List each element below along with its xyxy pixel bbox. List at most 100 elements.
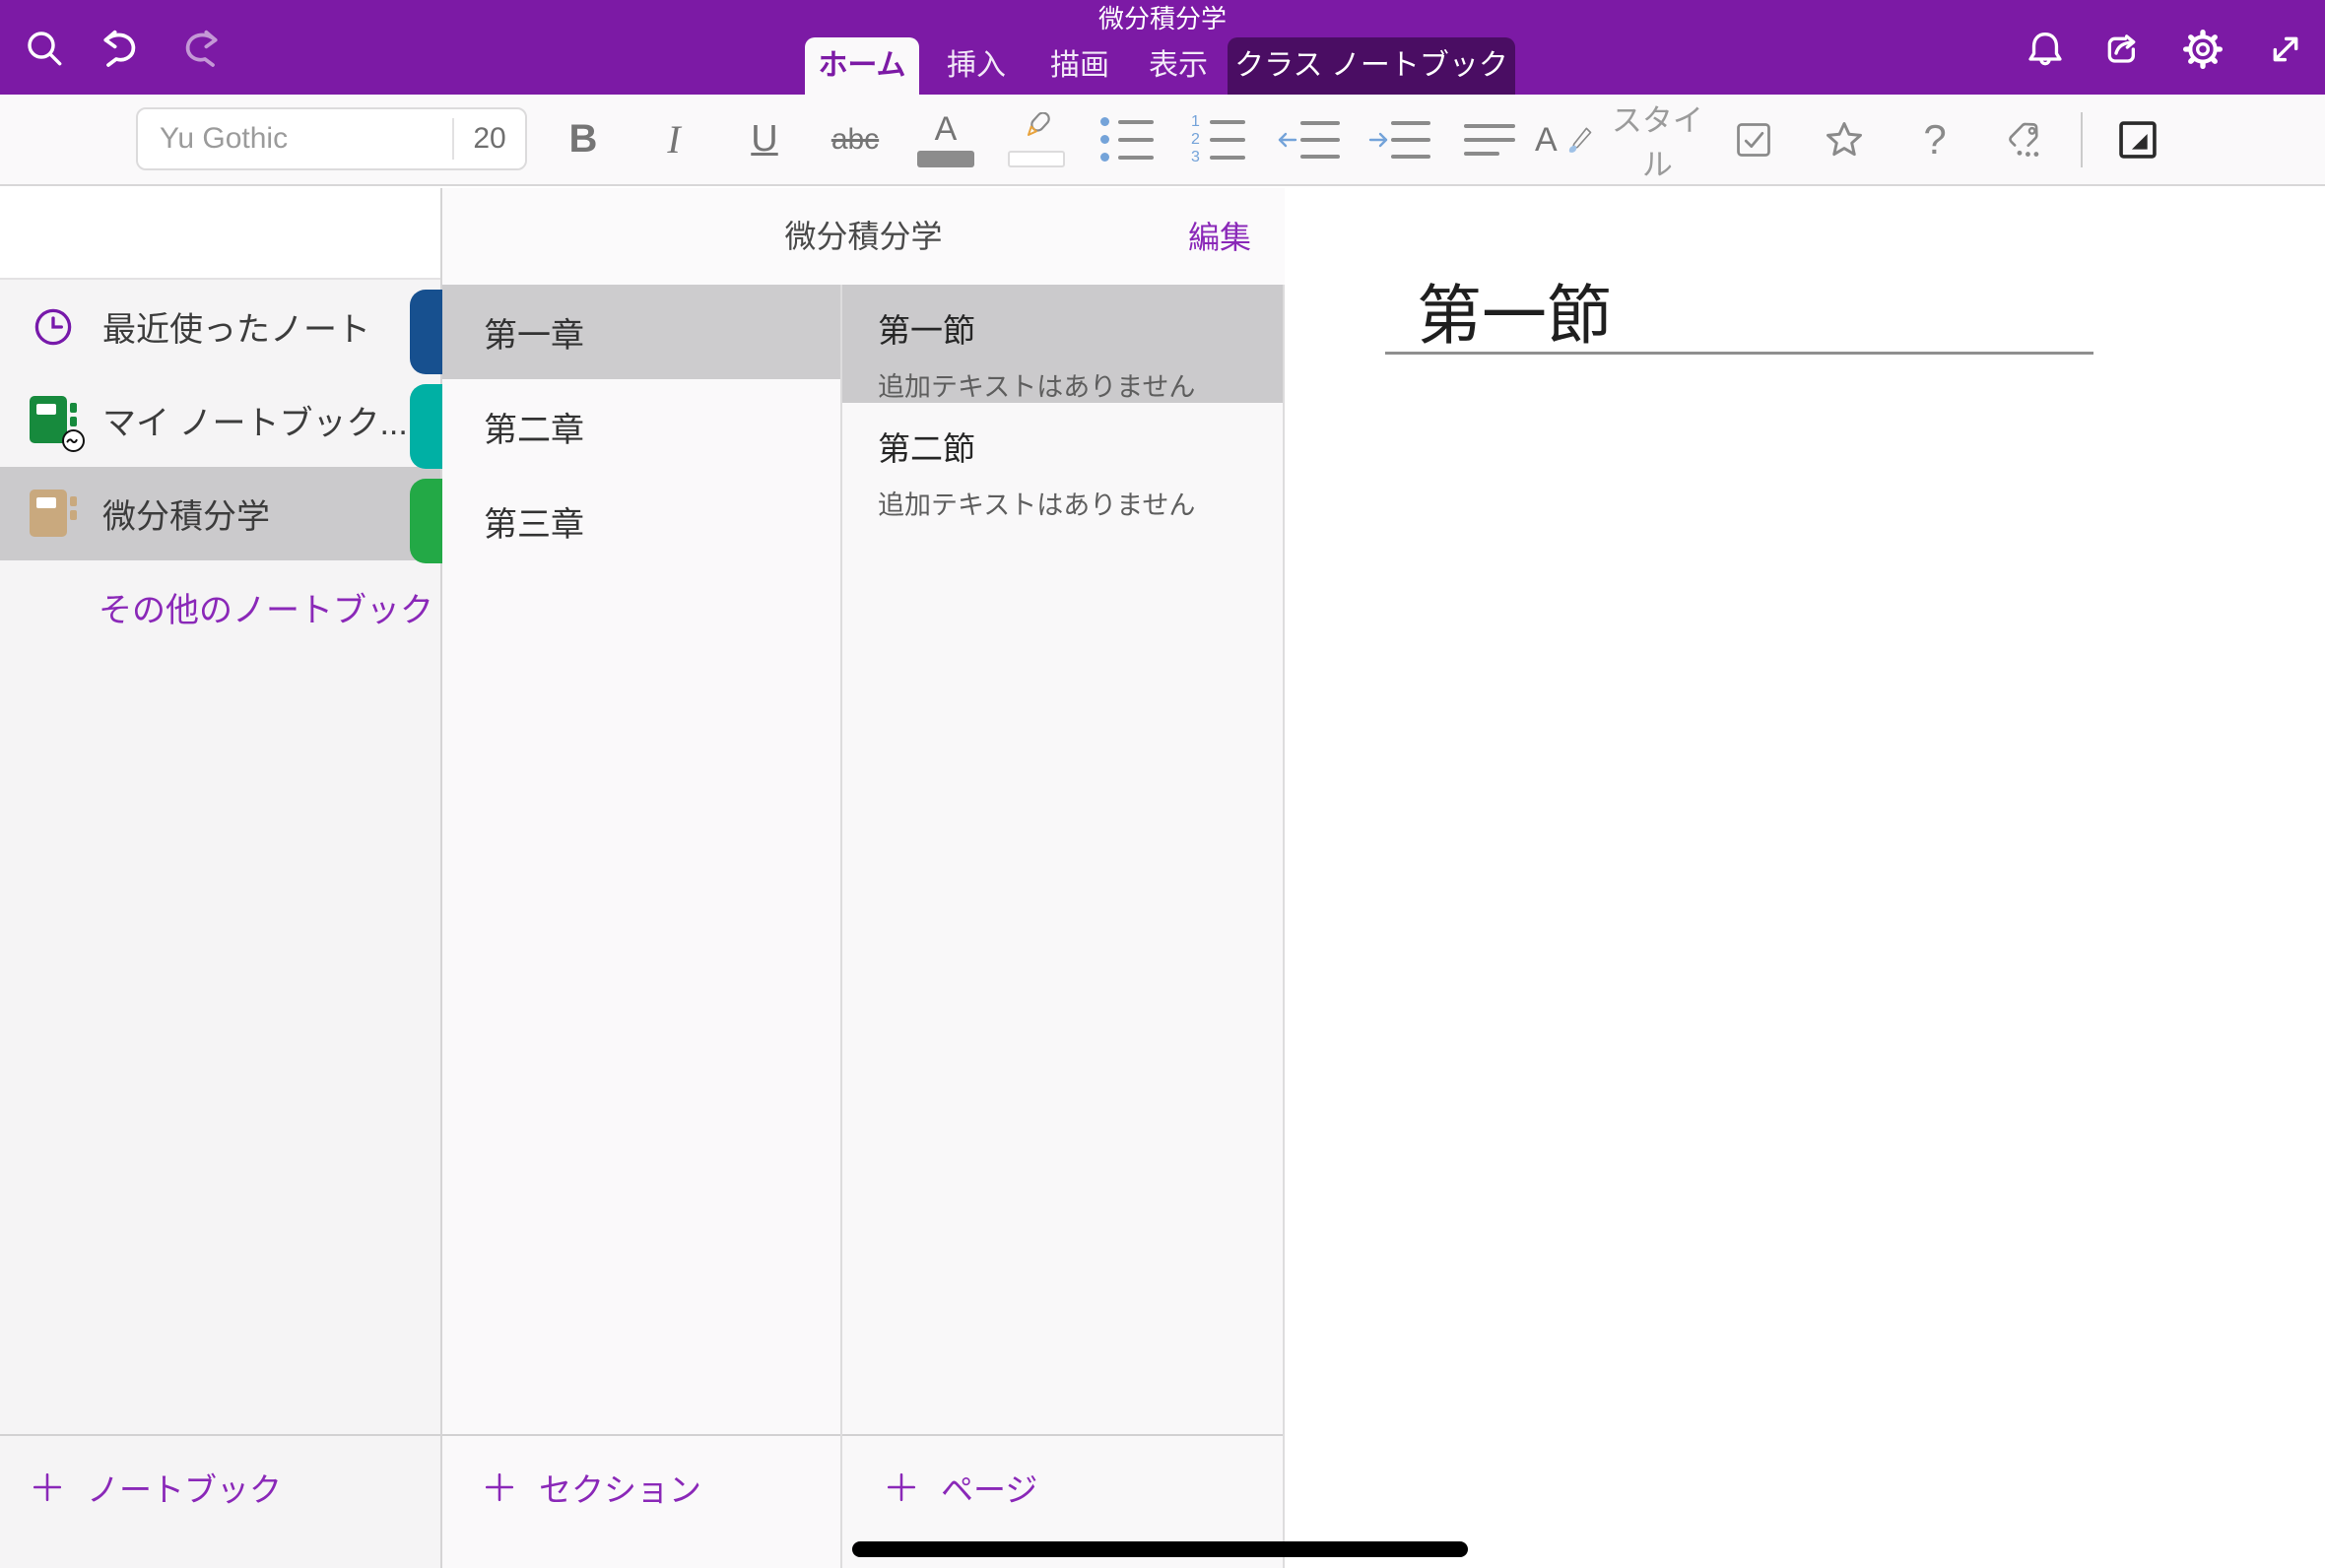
notifications-icon — [2022, 26, 2069, 73]
page-editor-canvas[interactable]: 第一節 — [1285, 188, 2325, 1568]
section-row-1[interactable]: 第一章 — [442, 285, 840, 379]
styles-label: スタイル — [1607, 96, 1708, 184]
sidebar-item-my-notebook[interactable]: マイ ノートブック... — [0, 373, 440, 467]
more-notebooks-link[interactable]: その他のノートブック — [0, 560, 440, 654]
tab-insert[interactable]: 挿入 — [926, 37, 1027, 95]
fullscreen-button[interactable] — [2262, 26, 2309, 73]
plus-icon — [484, 1471, 515, 1503]
sidebar-footer: ノートブック — [0, 1434, 440, 1568]
bullet-list-button[interactable] — [1082, 95, 1172, 184]
tab-class-notebook[interactable]: クラス ノートブック — [1228, 37, 1515, 95]
page-row-subtitle: 追加テキストはありません — [878, 365, 1283, 404]
section-color-tab — [410, 384, 442, 469]
section-name: 第二章 — [484, 403, 584, 451]
page-row-subtitle: 追加テキストはありません — [878, 484, 1283, 522]
italic-icon: I — [667, 116, 680, 163]
sidebar-header — [0, 188, 440, 280]
notebook-header-title: 微分積分学 — [442, 188, 1285, 285]
sidebar-item-calculus[interactable]: 微分積分学 — [0, 467, 440, 560]
section-footer: セクション — [442, 1434, 840, 1568]
section-row-3[interactable]: 第三章 — [442, 474, 840, 568]
notebook-header: 微分積分学 編集 — [442, 188, 1285, 285]
bold-button[interactable]: B — [538, 95, 629, 184]
share-icon — [2100, 26, 2148, 73]
share-button[interactable] — [2100, 26, 2148, 73]
styles-brush-icon — [1563, 122, 1593, 158]
font-name-select[interactable]: Yu Gothic — [138, 122, 452, 156]
undo-button[interactable] — [97, 26, 144, 73]
tab-draw[interactable]: 描画 — [1030, 37, 1129, 95]
content-area: 最近使ったノート マイ ノートブック... — [0, 188, 2325, 1568]
notifications-button[interactable] — [2022, 26, 2069, 73]
align-icon — [1464, 124, 1515, 156]
font-color-swatch — [917, 151, 974, 167]
italic-button[interactable]: I — [629, 95, 719, 184]
add-notebook-button[interactable]: ノートブック — [32, 1464, 282, 1511]
page-row-1[interactable]: 第一節 追加テキストはありません — [842, 285, 1283, 403]
undo-icon — [97, 26, 144, 73]
styles-a-icon: A — [1535, 123, 1558, 157]
sidebar-item-label: マイ ノートブック... — [102, 396, 408, 444]
notebook-sidebar: 最近使ったノート マイ ノートブック... — [0, 188, 442, 1568]
align-button[interactable] — [1444, 95, 1535, 184]
add-section-label: セクション — [539, 1464, 701, 1511]
outdent-icon — [1277, 117, 1340, 163]
search-icon — [22, 26, 69, 73]
settings-button[interactable] — [2179, 26, 2226, 73]
star-icon — [1823, 118, 1866, 162]
add-page-label: ページ — [941, 1464, 1037, 1511]
indent-button[interactable] — [1354, 95, 1444, 184]
page-title-text[interactable]: 第一節 — [1417, 263, 1612, 358]
outdent-button[interactable] — [1263, 95, 1354, 184]
search-button[interactable] — [22, 26, 69, 73]
todo-tag-button[interactable] — [1708, 95, 1799, 184]
section-list: 第一章 第二章 第三章 セクション — [442, 285, 842, 1568]
sidebar-item-label: 最近使ったノート — [102, 302, 370, 351]
notebook-icon — [30, 490, 77, 539]
highlight-button[interactable] — [991, 95, 1082, 184]
page-view-icon — [2115, 117, 2160, 163]
redo-button[interactable] — [177, 26, 225, 73]
add-page-button[interactable]: ページ — [886, 1464, 1037, 1511]
edit-button[interactable]: 編集 — [1182, 188, 1257, 285]
font-picker: Yu Gothic 20 — [136, 107, 527, 170]
underline-icon: U — [751, 118, 777, 161]
underline-button[interactable]: U — [719, 95, 810, 184]
expand-icon — [2262, 26, 2309, 73]
indent-icon — [1367, 117, 1430, 163]
notebook-sync-icon — [30, 396, 77, 445]
tags-button[interactable] — [1980, 95, 2071, 184]
section-row-2[interactable]: 第二章 — [442, 379, 840, 474]
numbered-list-icon: 1 2 3 — [1190, 117, 1245, 163]
tab-view[interactable]: 表示 — [1129, 37, 1228, 95]
page-row-2[interactable]: 第二節 追加テキストはありません — [842, 403, 1283, 521]
add-section-button[interactable]: セクション — [484, 1464, 701, 1511]
settings-icon — [2179, 26, 2226, 73]
section-color-tab — [410, 479, 442, 563]
strikethrough-button[interactable]: abc — [810, 95, 900, 184]
top-app-bar: 微分積分学 ホーム 挿入 描画 表示 クラス ノートブック — [0, 0, 2325, 95]
page-view-button[interactable] — [2092, 95, 2183, 184]
tags-icon — [2003, 117, 2048, 163]
help-tag-button[interactable]: ? — [1890, 95, 1980, 184]
font-color-button[interactable]: A — [900, 95, 991, 184]
clock-icon — [30, 304, 77, 350]
question-icon: ? — [1923, 116, 1946, 163]
bold-icon: B — [569, 117, 598, 162]
toolbar-divider — [2081, 112, 2083, 167]
font-color-icon: A — [935, 112, 958, 146]
page-row-title: 第二節 — [878, 423, 1283, 470]
tab-home[interactable]: ホーム — [805, 37, 919, 95]
sidebar-item-recent-notes[interactable]: 最近使ったノート — [0, 280, 440, 373]
highlighter-icon — [1017, 112, 1056, 146]
sync-badge-icon — [62, 429, 85, 452]
sidebar-item-label: 微分積分学 — [102, 490, 270, 538]
styles-button[interactable]: A スタイル — [1535, 95, 1708, 184]
font-size-select[interactable]: 20 — [454, 122, 525, 156]
star-tag-button[interactable] — [1799, 95, 1890, 184]
bullet-list-icon — [1100, 117, 1154, 163]
notebook-title: 微分積分学 — [0, 3, 2325, 34]
numbered-list-button[interactable]: 1 2 3 — [1172, 95, 1263, 184]
home-indicator-bar[interactable] — [852, 1541, 1468, 1557]
strikethrough-icon: abc — [831, 123, 879, 157]
